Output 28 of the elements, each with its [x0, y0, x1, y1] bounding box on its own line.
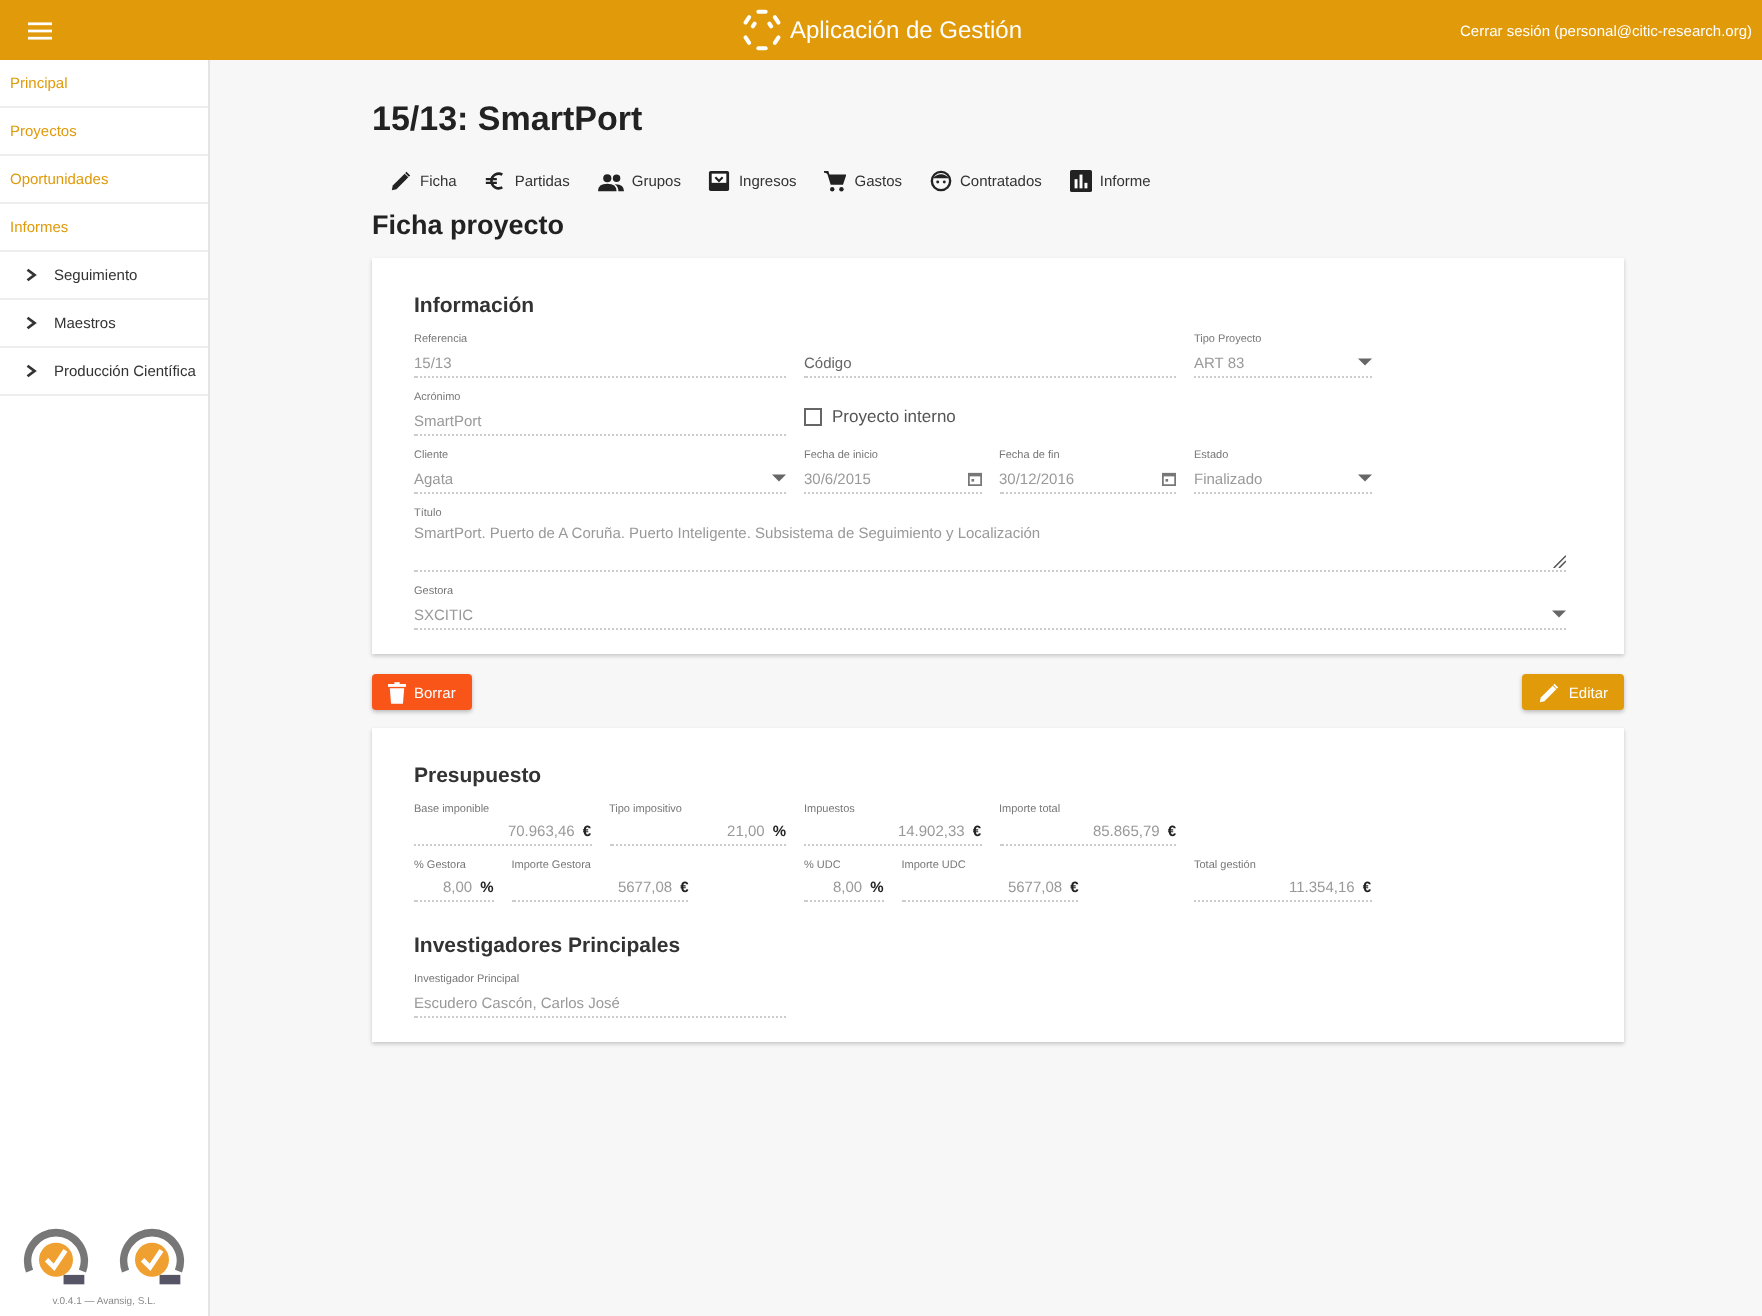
card-title: Presupuesto [414, 764, 544, 788]
calendar-icon [967, 471, 981, 485]
calendar-icon [1162, 471, 1176, 485]
cart-icon [824, 170, 847, 192]
inbox-icon [708, 170, 731, 192]
chevron-icon [24, 268, 38, 282]
dropdown-caret-icon [772, 474, 786, 482]
dropdown-caret-icon [1357, 358, 1371, 366]
dropdown-caret-icon [1357, 474, 1371, 482]
card-title: Investigadores Principales [414, 934, 683, 958]
checkbox-field[interactable]: Proyecto interno [804, 406, 1176, 426]
group-icon [597, 171, 624, 191]
app-title: Aplicación de Gestión [789, 16, 1023, 44]
pencil-icon [1538, 681, 1561, 703]
checkbox[interactable] [804, 407, 822, 425]
pencil-icon [390, 170, 412, 192]
section-title: Ficha proyecto [372, 208, 567, 244]
bar-chart-icon [1069, 170, 1092, 192]
resize-grip-icon[interactable] [1552, 554, 1566, 568]
face-icon [930, 170, 953, 192]
page-title: 15/13: SmartPort [372, 100, 645, 142]
chevron-icon [24, 364, 38, 378]
logo-icon [739, 8, 784, 52]
chevron-icon [24, 316, 38, 330]
trash-icon [388, 681, 406, 703]
dropdown-caret-icon [1552, 610, 1566, 618]
card-title: Información [414, 294, 537, 318]
euro-icon [484, 170, 507, 192]
